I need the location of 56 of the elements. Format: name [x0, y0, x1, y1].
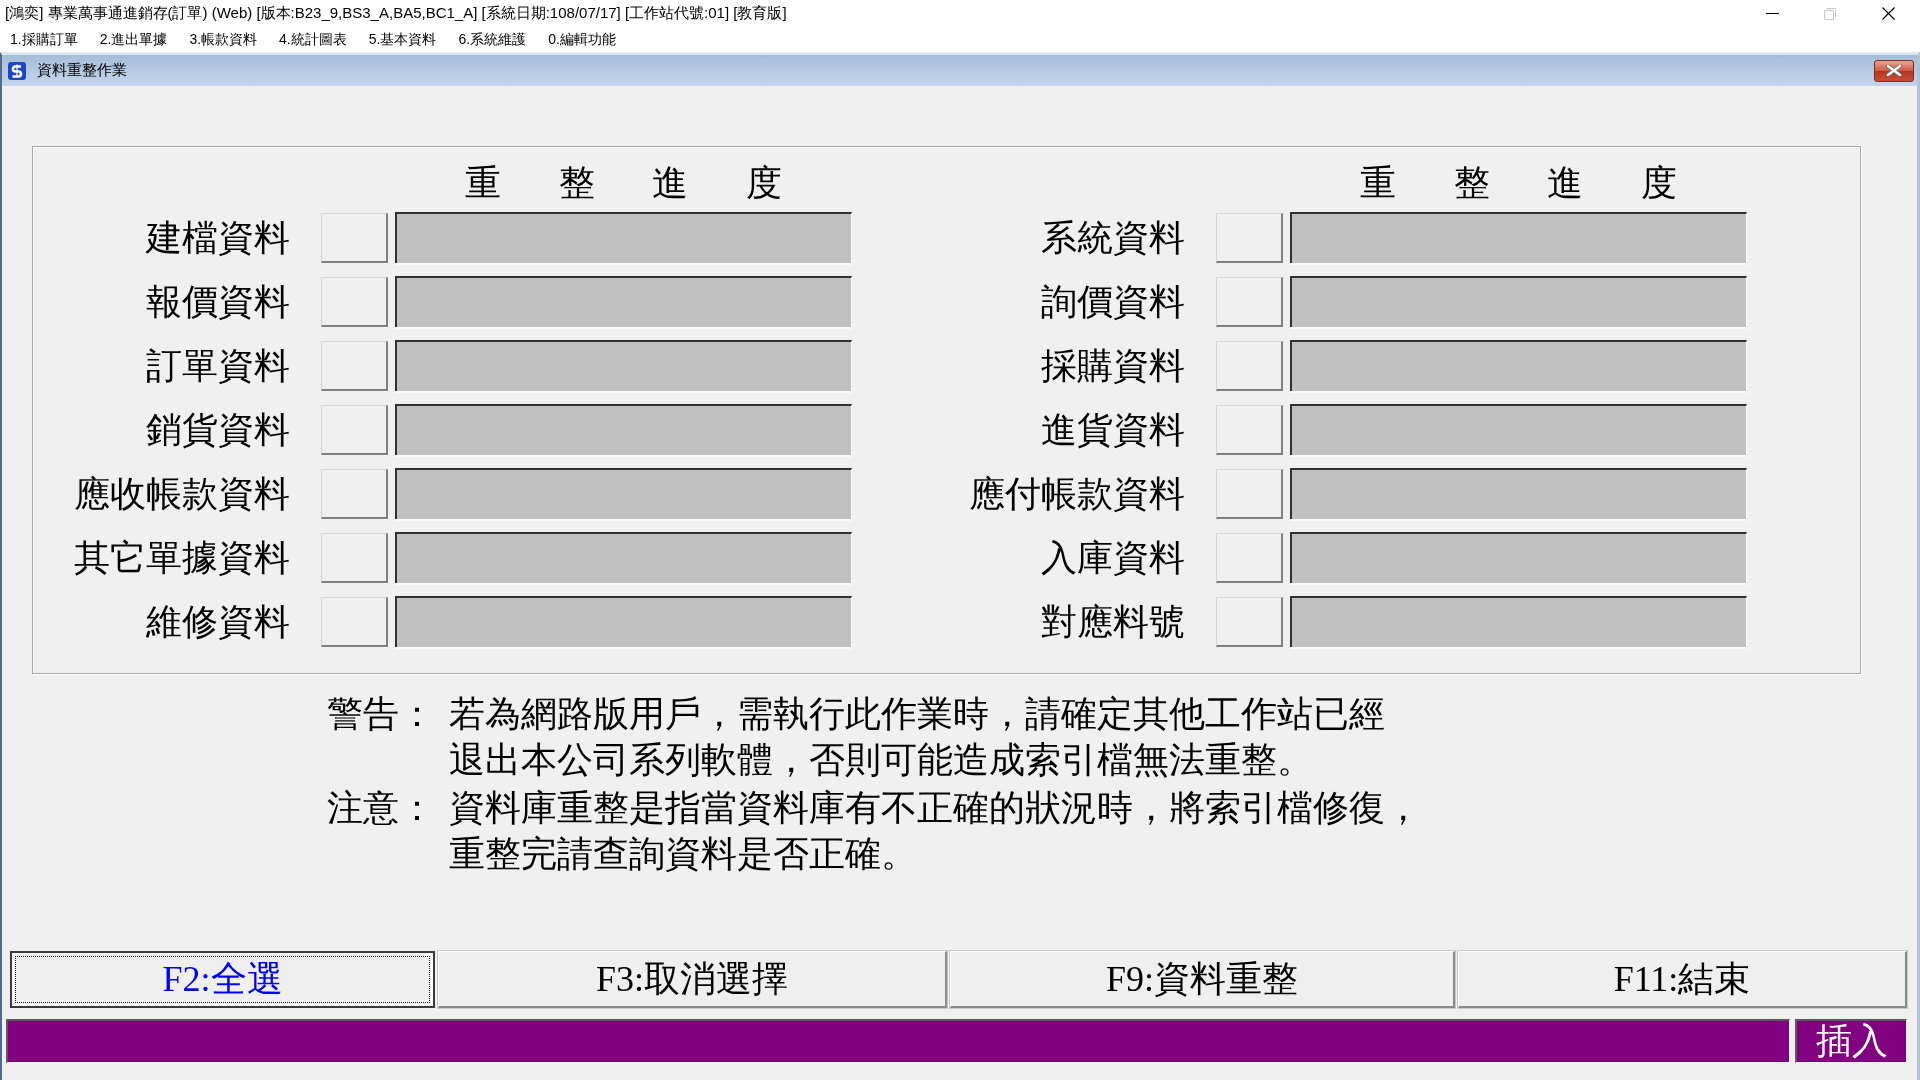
- close-icon: [1881, 7, 1895, 20]
- input-mode-indicator: 插入: [1795, 1019, 1907, 1063]
- data-label: 維修資料: [145, 601, 290, 643]
- data-label: 應付帳款資料: [968, 473, 1185, 515]
- data-label: 建檔資料: [144, 217, 290, 259]
- checkbox[interactable]: [321, 341, 388, 391]
- data-label: 入庫資料: [1040, 537, 1185, 579]
- note-text-line: 重整完請查詢資料是否正確。: [449, 833, 917, 876]
- checkbox[interactable]: [321, 469, 388, 519]
- checkbox[interactable]: [321, 597, 388, 647]
- data-label: 系統資料: [1040, 217, 1185, 259]
- checkbox[interactable]: [321, 405, 388, 455]
- note-label: 警告：: [327, 693, 435, 736]
- checkbox[interactable]: [1216, 277, 1283, 327]
- menu-item[interactable]: 3.帳款資料: [189, 30, 258, 49]
- checkbox[interactable]: [321, 533, 388, 583]
- data-label: 詢價資料: [1040, 281, 1185, 323]
- progress-heading: 重整進度: [465, 165, 782, 200]
- menu-item[interactable]: 2.進出單據: [99, 30, 168, 49]
- note-label: 注意：: [327, 787, 435, 830]
- function-key-button[interactable]: F2:全選: [10, 951, 435, 1008]
- menu-item[interactable]: 5.基本資料: [368, 30, 437, 49]
- dialog-title: 資料重整作業: [37, 61, 127, 80]
- minimize-icon: [1765, 13, 1779, 14]
- data-label: 進貨資料: [1040, 409, 1185, 451]
- checkbox[interactable]: [1216, 405, 1283, 455]
- data-label: 對應料號: [1040, 601, 1185, 643]
- checkbox[interactable]: [1216, 597, 1283, 647]
- data-label: 訂單資料: [145, 345, 290, 387]
- checkbox[interactable]: [1216, 533, 1283, 583]
- app-logo-icon: [8, 61, 26, 80]
- function-key-button[interactable]: F11:結束: [1458, 951, 1907, 1008]
- data-label: 其它單據資料: [73, 537, 290, 579]
- checkbox[interactable]: [1216, 213, 1283, 263]
- checkbox[interactable]: [321, 277, 388, 327]
- restore-icon: [1824, 7, 1836, 20]
- note-text-line: 資料庫重整是指當資料庫有不正確的狀況時，將索引檔修復，: [449, 787, 1421, 830]
- function-key-button[interactable]: F3:取消選擇: [438, 951, 947, 1008]
- data-label: 採購資料: [1040, 345, 1185, 387]
- data-label: 應收帳款資料: [73, 473, 290, 515]
- note-text-line: 若為網路版用戶，需執行此作業時，請確定其他工作站已經: [449, 693, 1385, 736]
- data-label: 報價資料: [145, 281, 290, 323]
- menu-item[interactable]: 0.編輯功能: [548, 30, 616, 49]
- data-label: 銷貨資料: [145, 409, 290, 451]
- progress-heading: 重整進度: [1360, 165, 1677, 200]
- checkbox[interactable]: [321, 213, 388, 263]
- window-title: [鴻奕] 專業萬事通進銷存(訂單) (Web) [版本:B23_9,BS3_A,BA5,BC1_A] [系統日期:108/07/17] [工作站代號:01] [教育版]: [4, 4, 787, 23]
- checkbox[interactable]: [1216, 469, 1283, 519]
- checkbox[interactable]: [1216, 341, 1283, 391]
- note-text-line: 退出本公司系列軟體，否則可能造成索引檔無法重整。: [449, 739, 1313, 782]
- function-key-button[interactable]: F9:資料重整: [950, 951, 1455, 1008]
- menu-item[interactable]: 1.採購訂單: [10, 30, 78, 49]
- menu-item[interactable]: 6.系統維護: [458, 30, 527, 49]
- close-icon: [1886, 65, 1902, 76]
- close-button[interactable]: [1874, 59, 1914, 82]
- menu-item[interactable]: 4.統計圖表: [279, 30, 347, 49]
